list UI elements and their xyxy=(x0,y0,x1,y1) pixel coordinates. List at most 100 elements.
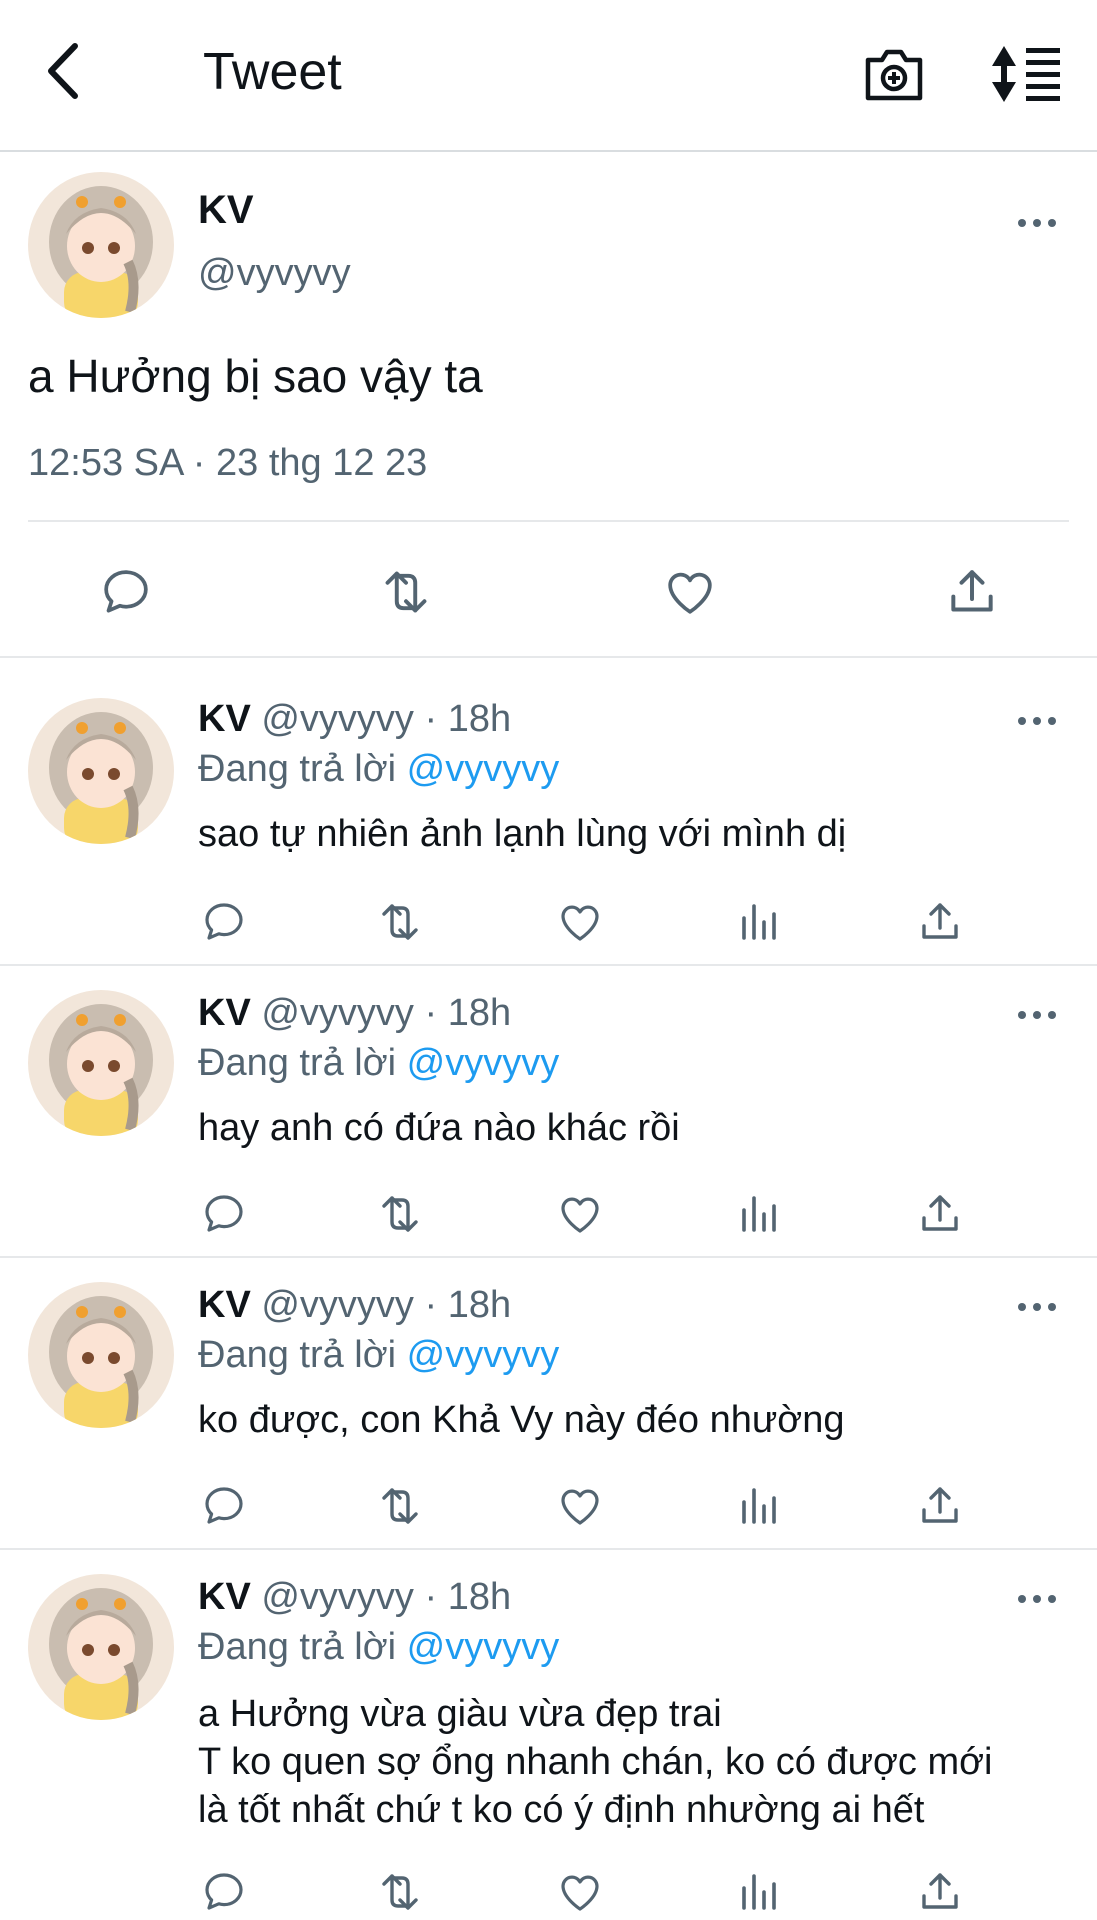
share-button[interactable] xyxy=(914,896,966,948)
avatar[interactable] xyxy=(28,990,174,1136)
more-options-button[interactable] xyxy=(1012,1584,1062,1614)
bar-chart-icon xyxy=(742,904,776,940)
reply-tweet[interactable]: KV @vyvyvy · 18h Đang trả lời @vyvyvy ko… xyxy=(0,1258,1097,1550)
share-icon xyxy=(951,570,993,612)
page-title: Tweet xyxy=(203,43,342,101)
avatar-image xyxy=(28,990,174,1136)
reply-header: KV @vyvyvy · 18h xyxy=(198,698,511,741)
reply-text-line: sao tự nhiên ảnh lạnh lùng với mình dị xyxy=(198,813,847,855)
analytics-button[interactable] xyxy=(734,1480,786,1532)
reply-actions xyxy=(198,1480,998,1536)
reply-time: · 18h xyxy=(424,698,512,740)
replying-label: Đang trả lời xyxy=(198,1334,397,1376)
reply-text-line: là tốt nhất chứ t ko có ý định nhường ai… xyxy=(198,1789,925,1831)
replying-to: Đang trả lời @vyvyvy xyxy=(198,1042,559,1085)
reply-button[interactable] xyxy=(198,1188,250,1240)
share-button[interactable] xyxy=(914,1866,966,1918)
author-handle[interactable]: @vyvyvy xyxy=(198,252,351,295)
mention-link[interactable]: @vyvyvy xyxy=(407,1042,560,1084)
camera-button[interactable] xyxy=(862,42,926,106)
author-name[interactable]: KV xyxy=(198,992,251,1034)
mention-link[interactable]: @vyvyvy xyxy=(407,1334,560,1376)
more-options-button[interactable] xyxy=(1012,706,1062,736)
more-options-button[interactable] xyxy=(1012,208,1062,238)
tweet-timestamp: 12:53 SA · 23 thg 12 23 xyxy=(28,442,428,484)
reply-icon xyxy=(205,1487,243,1524)
replying-to: Đang trả lời @vyvyvy xyxy=(198,1334,559,1377)
more-options-button[interactable] xyxy=(1012,1000,1062,1030)
divider xyxy=(28,520,1069,522)
like-button[interactable] xyxy=(554,1480,606,1532)
reply-button[interactable] xyxy=(198,1480,250,1532)
heart-icon xyxy=(561,1489,599,1525)
avatar[interactable] xyxy=(28,698,174,844)
reply-actions xyxy=(198,1866,998,1920)
reply-text-line: T ko quen sợ ổng nhanh chán, ko có được … xyxy=(198,1741,993,1783)
tweet-actions xyxy=(0,552,1097,632)
reply-icon xyxy=(104,570,148,613)
reply-icon xyxy=(205,903,243,940)
mention-link[interactable]: @vyvyvy xyxy=(407,748,560,790)
main-tweet: KV @vyvyvy a Hưởng bị sao vậy ta 12:53 S… xyxy=(0,152,1097,658)
avatar[interactable] xyxy=(28,1574,174,1720)
avatar-image xyxy=(28,1282,174,1428)
replying-to: Đang trả lời @vyvyvy xyxy=(198,748,559,791)
reply-tweet[interactable]: KV @vyvyvy · 18h Đang trả lời @vyvyvy ha… xyxy=(0,966,1097,1258)
retweet-button[interactable] xyxy=(374,1188,426,1240)
analytics-button[interactable] xyxy=(734,1866,786,1918)
reply-text-line: a Hưởng vừa giàu vừa đẹp trai xyxy=(198,1693,722,1735)
reply-header: KV @vyvyvy · 18h xyxy=(198,1576,511,1619)
avatar[interactable] xyxy=(28,1282,174,1428)
author-handle[interactable]: @vyvyvy xyxy=(261,1576,414,1618)
retweet-button[interactable] xyxy=(374,560,438,624)
share-button[interactable] xyxy=(940,560,1004,624)
like-button[interactable] xyxy=(554,1188,606,1240)
chevron-left-icon xyxy=(48,43,78,99)
reply-actions xyxy=(198,1188,998,1244)
author-handle[interactable]: @vyvyvy xyxy=(261,698,414,740)
bar-chart-icon xyxy=(742,1196,776,1232)
reply-text-line: ko được, con Khả Vy này đéo nhường xyxy=(198,1399,845,1441)
retweet-button[interactable] xyxy=(374,1480,426,1532)
author-name[interactable]: KV xyxy=(198,698,251,740)
author-name[interactable]: KV xyxy=(198,188,254,233)
top-bar: Tweet xyxy=(0,0,1097,152)
author-name[interactable]: KV xyxy=(198,1576,251,1618)
retweet-button[interactable] xyxy=(374,896,426,948)
bar-chart-icon xyxy=(742,1874,776,1910)
author-handle[interactable]: @vyvyvy xyxy=(261,992,414,1034)
share-icon xyxy=(922,1487,958,1523)
sort-replies-button[interactable] xyxy=(990,42,1064,106)
reply-button[interactable] xyxy=(94,560,158,624)
replying-label: Đang trả lời xyxy=(198,1626,397,1668)
analytics-button[interactable] xyxy=(734,1188,786,1240)
reply-text: hay anh có đứa nào khác rồi xyxy=(198,1104,680,1152)
share-button[interactable] xyxy=(914,1188,966,1240)
like-button[interactable] xyxy=(554,1866,606,1918)
retweet-icon xyxy=(385,571,427,613)
like-button[interactable] xyxy=(554,896,606,948)
reply-tweet[interactable]: KV @vyvyvy · 18h Đang trả lời @vyvyvy a … xyxy=(0,1550,1097,1920)
analytics-button[interactable] xyxy=(734,896,786,948)
reply-time: · 18h xyxy=(424,992,512,1034)
reply-button[interactable] xyxy=(198,1866,250,1918)
heart-icon xyxy=(561,905,599,941)
mention-link[interactable]: @vyvyvy xyxy=(407,1626,560,1668)
more-dots-icon xyxy=(1018,1303,1056,1311)
like-button[interactable] xyxy=(658,560,722,624)
reply-time: · 18h xyxy=(424,1576,512,1618)
heart-icon xyxy=(668,572,712,614)
share-button[interactable] xyxy=(914,1480,966,1532)
author-name[interactable]: KV xyxy=(198,1284,251,1326)
back-button[interactable] xyxy=(38,40,88,102)
more-options-button[interactable] xyxy=(1012,1292,1062,1322)
author-handle[interactable]: @vyvyvy xyxy=(261,1284,414,1326)
more-dots-icon xyxy=(1018,219,1056,227)
reply-text-line: hay anh có đứa nào khác rồi xyxy=(198,1107,680,1149)
retweet-icon xyxy=(382,1196,418,1232)
reply-header: KV @vyvyvy · 18h xyxy=(198,1284,511,1327)
reply-button[interactable] xyxy=(198,896,250,948)
retweet-button[interactable] xyxy=(374,1866,426,1918)
avatar[interactable] xyxy=(28,172,174,318)
reply-tweet[interactable]: KV @vyvyvy · 18h Đang trả lời @vyvyvy sa… xyxy=(0,658,1097,966)
